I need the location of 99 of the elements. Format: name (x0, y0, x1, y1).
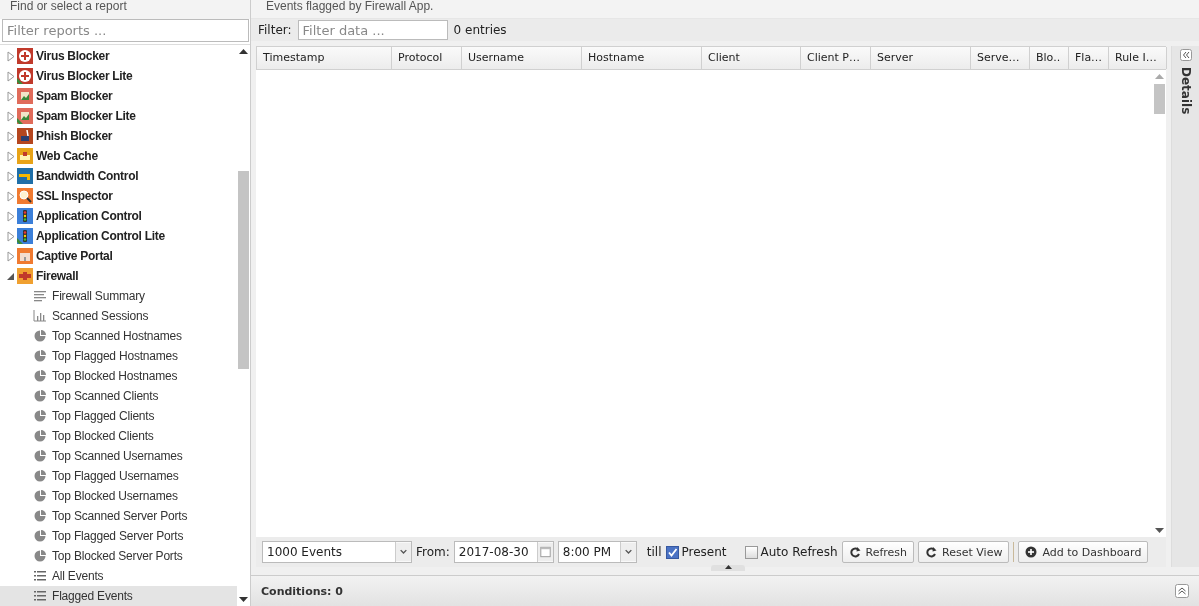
filter-field[interactable]: Filter data ... (297, 20, 448, 40)
refresh-icon (925, 546, 938, 558)
tree-item[interactable]: Web Cache (0, 146, 237, 166)
tree-item[interactable]: SSL Inspector (0, 186, 237, 206)
splitter-handle[interactable] (711, 565, 745, 571)
dropdown-caret-icon (395, 542, 411, 562)
expand-arrow-icon (5, 189, 15, 203)
column-header[interactable]: Serve… (971, 47, 1030, 69)
checkbox[interactable]: Present (665, 545, 727, 559)
tree-item[interactable]: Scanned Sessions (0, 306, 237, 326)
tree-item[interactable]: Firewall Summary (0, 286, 237, 306)
pie-chart-icon (33, 389, 47, 403)
tree-item[interactable]: Top Scanned Clients (0, 386, 237, 406)
column-header[interactable]: Server (871, 47, 971, 69)
tree-item[interactable]: All Events (0, 566, 237, 586)
pie-chart-icon (33, 369, 47, 383)
filter-field[interactable]: Filter reports ... (2, 19, 249, 42)
tree-item[interactable]: Top Flagged Usernames (0, 466, 237, 486)
from-label: From: (416, 545, 450, 559)
column-header[interactable]: Hostname (582, 47, 702, 69)
tree-item[interactable]: Application Control (0, 206, 237, 226)
expand-arrow-icon (5, 169, 15, 183)
tree-item[interactable]: Top Scanned Hostnames (0, 326, 237, 346)
pie-chart-icon (33, 489, 47, 503)
tree-item[interactable]: Virus Blocker (0, 46, 237, 66)
tree-item[interactable]: Firewall (0, 266, 237, 286)
pie-chart-icon (33, 409, 47, 423)
expand-arrow-icon (5, 229, 15, 243)
tree-item[interactable]: Top Flagged Hostnames (0, 346, 237, 366)
toolbar-button[interactable]: Reset View (918, 541, 1010, 563)
till-label: till (646, 545, 662, 559)
details-title[interactable]: Details (1178, 67, 1193, 115)
tree-item[interactable]: Top Blocked Clients (0, 426, 237, 446)
column-header[interactable]: Username (462, 47, 582, 69)
tree-item[interactable]: Top Blocked Hostnames (0, 366, 237, 386)
tree-item[interactable]: Application Control Lite (0, 226, 237, 246)
date-field[interactable]: 2017-08-30 (453, 541, 554, 563)
pie-chart-icon (33, 529, 47, 543)
column-header[interactable]: Blo.. (1030, 47, 1069, 69)
pie-chart-icon (33, 449, 47, 463)
tree-item[interactable]: Virus Blocker Lite (0, 66, 237, 86)
column-header[interactable]: Rule I… (1109, 47, 1167, 69)
entry-count: 0 entries (453, 23, 507, 37)
expand-arrow-icon (5, 249, 15, 263)
tree-item[interactable]: Phish Blocker (0, 126, 237, 146)
list-icon (33, 589, 47, 603)
pie-chart-icon (33, 469, 47, 483)
column-header[interactable]: Fla… (1069, 47, 1109, 69)
refresh-icon (848, 546, 861, 558)
tree-item[interactable]: Captive Portal (0, 246, 237, 266)
pie-chart-icon (33, 509, 47, 523)
checkmark-icon (666, 546, 678, 558)
limit-dropdown[interactable]: 1000 Events (262, 541, 412, 563)
expand-arrow-icon (5, 49, 15, 63)
pie-chart-icon (33, 329, 47, 343)
report-description: Events flagged by Firewall App. (251, 0, 1199, 19)
expand-panel-icon (1179, 49, 1192, 61)
tree-item[interactable]: Top Blocked Server Ports (0, 546, 237, 566)
tree-item[interactable]: Spam Blocker Lite (0, 106, 237, 126)
pie-chart-icon (33, 429, 47, 443)
tree-item[interactable]: Top Flagged Server Ports (0, 526, 237, 546)
collapse-panel-icon (1175, 584, 1189, 598)
scroll-up-icon (239, 49, 248, 55)
expand-arrow-icon (5, 209, 15, 223)
filter-label: Filter: (258, 23, 292, 37)
dropdown-caret-icon (619, 542, 636, 562)
tree-item[interactable]: Top Scanned Server Ports (0, 506, 237, 526)
add-icon (1025, 546, 1038, 558)
column-header[interactable]: Client P… (801, 47, 871, 69)
scroll-up-icon (1154, 74, 1164, 80)
scroll-down-icon (239, 596, 248, 602)
calendar-icon (536, 542, 553, 562)
tree-item[interactable]: Spam Blocker (0, 86, 237, 106)
bar-chart-icon (33, 309, 47, 323)
tree-item[interactable]: Top Scanned Usernames (0, 446, 237, 466)
panel-title: Find or select a report (0, 0, 250, 19)
text-lines-icon (33, 289, 47, 303)
checkbox[interactable]: Auto Refresh (744, 545, 838, 559)
expand-up-icon (724, 565, 732, 569)
column-header[interactable]: Protocol (392, 47, 462, 69)
expand-arrow-icon (5, 69, 15, 83)
tree-item[interactable]: Top Flagged Clients (0, 406, 237, 426)
tree-item[interactable]: Flagged Events (0, 586, 237, 606)
column-header[interactable]: Timestamp (257, 47, 392, 69)
toolbar-button[interactable]: Add to Dashboard (1018, 541, 1149, 563)
list-icon (33, 569, 47, 583)
column-header[interactable]: Client (702, 47, 801, 69)
pie-chart-icon (33, 349, 47, 363)
expand-arrow-icon (5, 149, 15, 163)
time-dropdown[interactable]: 8:00 PM (557, 541, 637, 563)
expand-arrow-icon (5, 109, 15, 123)
scroll-down-icon (1154, 527, 1164, 533)
expand-arrow-icon (5, 89, 15, 103)
pie-chart-icon (33, 549, 47, 563)
expand-arrow-icon (5, 129, 15, 143)
toolbar-button[interactable]: Refresh (841, 541, 915, 563)
tree-item[interactable]: Bandwidth Control (0, 166, 237, 186)
conditions-label: Conditions: 0 (261, 584, 343, 598)
tree-item[interactable]: Top Blocked Usernames (0, 486, 237, 506)
